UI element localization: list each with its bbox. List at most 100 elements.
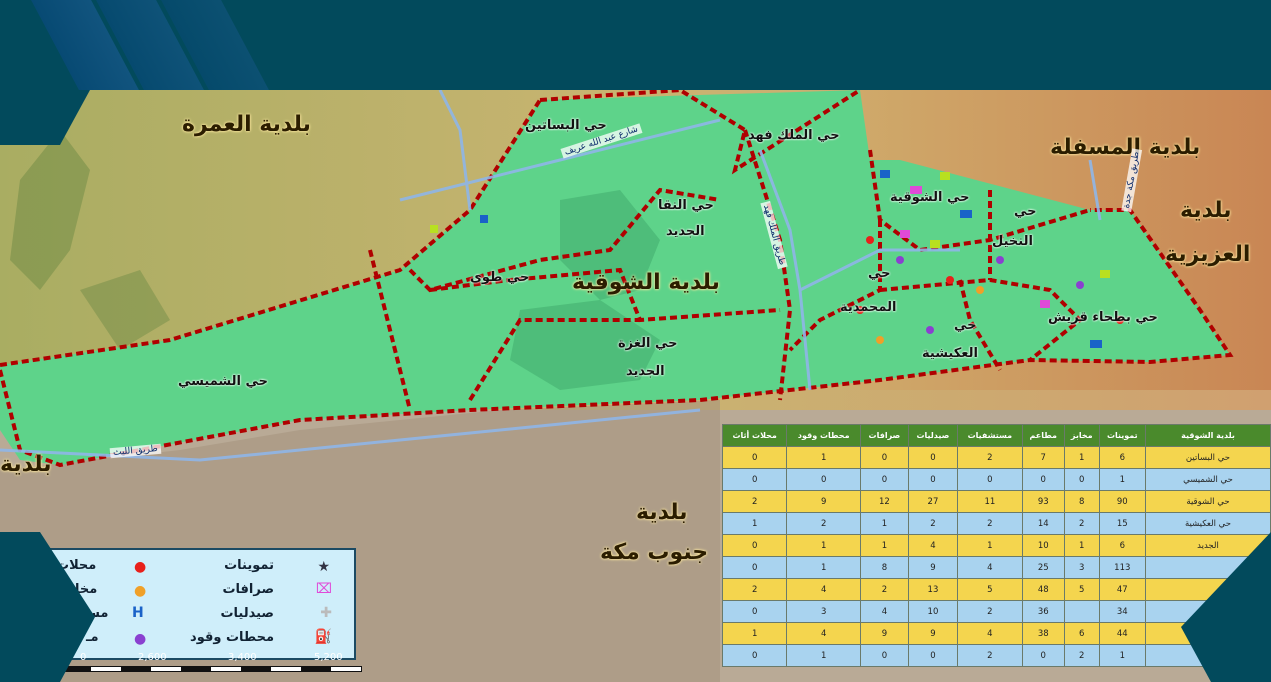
table-cell: 10	[1021, 534, 1065, 557]
fuel-icon: ⛽	[314, 629, 332, 645]
table-cell: 1	[721, 512, 788, 535]
table-cell: 1	[860, 512, 909, 535]
table-cell: 1	[786, 446, 862, 469]
table-cell: 11	[957, 490, 1023, 513]
district-naqa-2: الجديد	[666, 224, 705, 239]
table-cell: 25	[1021, 556, 1065, 579]
legend-label: محطات وقود	[190, 630, 274, 645]
table-header: مطاعم	[1021, 424, 1065, 447]
table-cell: 9	[907, 556, 959, 579]
table-header: محلات أثاث	[721, 424, 788, 447]
table-cell: 2	[907, 512, 959, 535]
table-header: مستشفيات	[957, 424, 1023, 447]
district-muhammadiyah-1: حي	[868, 266, 891, 281]
table-cell-district: حي الشوقية	[1145, 490, 1271, 513]
dot-red-icon: ●	[134, 559, 147, 575]
table-cell: 47	[1098, 578, 1147, 601]
table-cell: 1	[1063, 534, 1100, 557]
district-nakhil-1: حي	[1014, 204, 1037, 219]
district-tuwa: حي طوى	[470, 270, 530, 285]
table-cell: 3	[786, 600, 862, 623]
table-cell: 7	[1021, 446, 1065, 469]
hospital-icon: H	[132, 605, 144, 621]
table-cell: 4	[957, 556, 1023, 579]
table-cell: 38	[1021, 622, 1065, 645]
table-cell: 2	[957, 600, 1023, 623]
table-cell: 2	[957, 446, 1023, 469]
table-cell-district: حي البساتين	[1145, 446, 1271, 469]
table-cell: 36	[1021, 600, 1065, 623]
table-cell: 0	[786, 468, 862, 491]
table-cell: 6	[1098, 534, 1147, 557]
scale-tick: 2,600	[138, 652, 167, 663]
table-cell: 2	[860, 578, 909, 601]
table-cell: 0	[721, 644, 788, 667]
table-cell: 10	[907, 600, 959, 623]
table-cell: 1	[786, 644, 862, 667]
table-cell: 14	[1021, 512, 1065, 535]
district-malik-fahd: حي الملك فهد	[748, 128, 840, 143]
table-cell: 1	[1098, 644, 1147, 667]
legend-label: تموينات	[224, 558, 274, 573]
frame-corner-top-left	[0, 90, 90, 145]
table-cell-district: حي الشميسي	[1145, 468, 1271, 491]
district-nakhil-2: النخيل	[992, 234, 1033, 249]
table-cell: 0	[721, 556, 788, 579]
atm-icon: ⌧	[315, 581, 332, 597]
district-batha-quraysh: حي بطحاء قريش	[1048, 310, 1158, 325]
table-header: تموينات	[1098, 424, 1147, 447]
table-cell: 4	[907, 534, 959, 557]
label-aziziyah-1: بلدية	[1180, 198, 1232, 223]
table-cell: 0	[721, 468, 788, 491]
table-cell: 0	[860, 644, 909, 667]
district-ghazzah-1: حي الغزة	[618, 336, 678, 351]
label-aziziyah-2: العزيزية	[1165, 242, 1251, 267]
label-south-2: جنوب مكة	[600, 540, 709, 565]
table-cell: 0	[907, 446, 959, 469]
table-row: حي الشوقية 90 8 93 11 27 12 9 2	[721, 490, 1271, 513]
table-cell: 2	[1063, 512, 1100, 535]
table-cell: 2	[957, 644, 1023, 667]
table-cell: 8	[1063, 490, 1100, 513]
table-cell: 1	[957, 534, 1023, 557]
table-cell: 34	[1098, 600, 1147, 623]
scale-bar-graphic	[60, 666, 362, 672]
table-cell: 1	[786, 556, 862, 579]
table-cell: 0	[1021, 468, 1065, 491]
table-cell: 0	[907, 468, 959, 491]
district-akaishiyah-2: العكيشية	[922, 346, 978, 361]
district-akaishiyah-1: حي	[954, 318, 977, 333]
table-cell: 48	[1021, 578, 1065, 601]
table-cell: 6	[1098, 446, 1147, 469]
frame-corner-bottom-right	[1181, 532, 1271, 682]
frame-corner-bottom-left	[0, 532, 95, 682]
star-icon: ★	[317, 559, 330, 575]
table-cell: 6	[1063, 622, 1100, 645]
table-cell: 4	[957, 622, 1023, 645]
table-header: صيدليات	[907, 424, 959, 447]
table-cell: 13	[907, 578, 959, 601]
table-cell: 15	[1098, 512, 1147, 535]
table-cell: 0	[721, 534, 788, 557]
scale-bar: 0 2,600 3,400 5,200	[60, 652, 362, 682]
table-cell: 2	[786, 512, 862, 535]
table-cell: 1	[786, 534, 862, 557]
table-cell: 0	[721, 600, 788, 623]
label-shawqiyah-municipality: بلدية الشوقية	[572, 270, 720, 295]
table-cell: 0	[721, 446, 788, 469]
table-cell: 9	[786, 490, 862, 513]
table-cell: 4	[860, 600, 909, 623]
table-cell: 1	[860, 534, 909, 557]
table-cell: 2	[957, 512, 1023, 535]
table-cell: 9	[907, 622, 959, 645]
table-cell: 2	[1063, 644, 1100, 667]
scale-tick: 3,400	[228, 652, 257, 663]
table-cell: 2	[721, 490, 788, 513]
table-header: بلدية الشوقية	[1145, 424, 1271, 447]
scale-tick: 5,200	[314, 652, 343, 663]
label-west: بلدية	[0, 452, 52, 477]
table-cell: 0	[957, 468, 1023, 491]
district-basateen: حي البساتين	[525, 118, 607, 133]
table-row: حي البساتين 6 1 7 2 0 0 1 0	[721, 446, 1271, 469]
district-naqa-1: حي النقا	[658, 198, 714, 213]
